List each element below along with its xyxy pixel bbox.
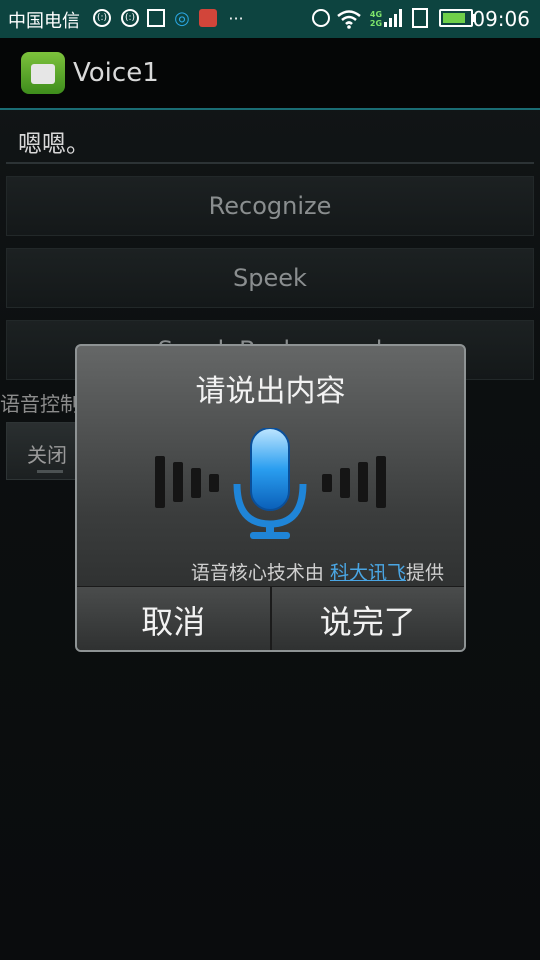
result-text-field[interactable]: 嗯嗯。 — [6, 116, 534, 164]
dialog-button-bar: 取消 说完了 — [77, 586, 464, 650]
clock: 09:06 — [472, 7, 530, 31]
credit-prefix: 语音核心技术由 — [190, 562, 330, 584]
sim-icon — [410, 8, 430, 28]
cancel-button-label: 取消 — [141, 603, 206, 641]
toggle-state-label: 关闭 — [27, 443, 67, 467]
app-icon[interactable] — [21, 52, 65, 94]
screen: 中国电信 (:) (:) ◎ ··· 4G 2G 09:06 Voice1 嗯嗯… — [0, 0, 540, 960]
sound-wave-bar — [340, 468, 350, 498]
cancel-button[interactable]: 取消 — [77, 587, 270, 650]
toggle-indicator — [37, 470, 63, 473]
image-icon — [146, 8, 166, 28]
notification-circle-icon: (:) — [92, 8, 112, 28]
sound-wave-bar — [191, 468, 201, 498]
network-type-icon: 4G 2G — [368, 4, 384, 34]
qq-icon: ◎ — [174, 7, 190, 29]
credit-suffix: 提供 — [405, 562, 444, 584]
microphone-icon[interactable] — [232, 428, 308, 540]
more-dots-icon: ··· — [228, 8, 244, 28]
iflytek-link[interactable]: 科大讯飞 — [330, 562, 406, 584]
voice-input-dialog: 请说出内容 语音核心技术由 科大讯飞提供 取消 说完了 — [75, 344, 466, 652]
result-text-value: 嗯嗯。 — [18, 130, 90, 158]
sound-wave-bar — [209, 474, 219, 492]
recognize-button-label: Recognize — [208, 192, 332, 220]
speek-button[interactable]: Speek — [6, 248, 534, 308]
notification-circle-icon-2: (:) — [120, 8, 140, 28]
carrier-label: 中国电信 — [8, 11, 80, 32]
sound-wave-bar — [155, 456, 165, 508]
sound-wave-bar — [173, 462, 183, 502]
battery-icon — [438, 8, 476, 28]
speek-button-label: Speek — [233, 264, 307, 292]
sound-wave-bar — [358, 462, 368, 502]
app-title: Voice1 — [73, 58, 159, 88]
wifi-icon — [337, 10, 361, 29]
status-bar: 中国电信 (:) (:) ◎ ··· 4G 2G 09:06 — [0, 0, 540, 38]
signal-icon — [384, 8, 402, 28]
sound-wave-bar — [376, 456, 386, 508]
dialog-title: 请说出内容 — [195, 374, 346, 409]
recognize-button[interactable]: Recognize — [6, 176, 534, 236]
network-type-bottom: 2G — [369, 19, 383, 28]
action-bar: Voice1 — [0, 38, 540, 110]
network-type-top: 4G — [369, 10, 383, 19]
app-notification-icon — [198, 8, 218, 28]
alarm-icon — [311, 8, 331, 28]
sound-wave-bar — [322, 474, 332, 492]
done-speaking-button-label: 说完了 — [319, 603, 416, 641]
credit-text: 语音核心技术由 科大讯飞提供 — [191, 558, 444, 585]
done-speaking-button[interactable]: 说完了 — [269, 587, 464, 650]
